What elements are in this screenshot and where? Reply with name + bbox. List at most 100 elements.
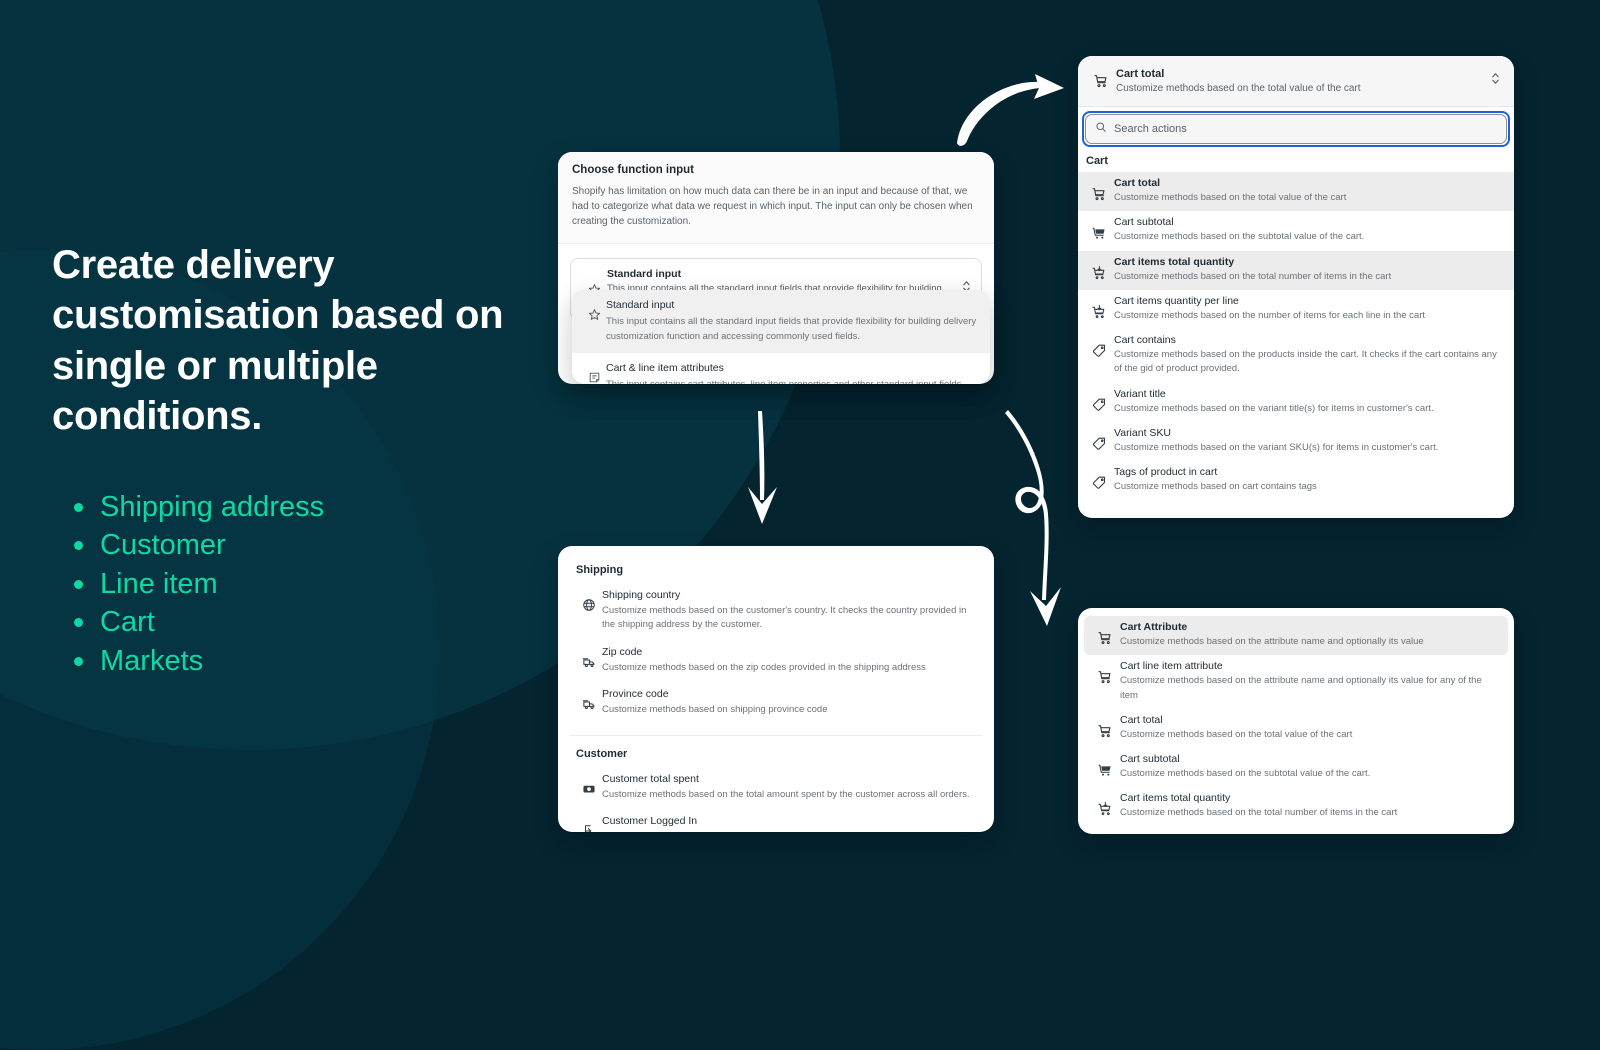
list-item-title: Zip code <box>602 645 643 658</box>
option-text: Cart & line item attributes This input c… <box>606 362 978 384</box>
list-item-description: Customize methods based on the total num… <box>1114 270 1392 282</box>
list-item-text: Zip code Customize methods based on the … <box>602 646 976 675</box>
list-item-description: Customize methods based on the subtotal … <box>1114 231 1365 243</box>
list-item-title: Customer total spent <box>602 772 699 785</box>
list-item[interactable]: Cart Attribute Customize methods based o… <box>1084 616 1508 656</box>
cart-actions-panel: Cart total Customize methods based on th… <box>1078 56 1514 518</box>
list-item-text: Tags of product in cart Customize method… <box>1114 466 1500 494</box>
list-item[interactable]: Zip code Customize methods based on the … <box>570 641 982 683</box>
list-item-text: Cart items quantity per line Customize m… <box>1114 295 1500 323</box>
list-item-title: Cart items total quantity <box>1114 255 1235 268</box>
list-item-description: Customize methods based on the total val… <box>1120 728 1353 740</box>
cart-filled-icon <box>1090 753 1120 778</box>
hero-bullet-item: Shipping address <box>52 488 572 527</box>
selected-action-description: Customize methods based on the total val… <box>1116 83 1361 94</box>
selected-action-text: Cart total Customize methods based on th… <box>1116 68 1361 94</box>
list-item-description: Customize methods based on the total amo… <box>602 788 970 800</box>
globe-icon <box>576 589 602 612</box>
list-item[interactable]: Cart total Customize methods based on th… <box>1078 172 1514 212</box>
cart-action-select[interactable]: Cart total Customize methods based on th… <box>1078 56 1514 107</box>
list-item-text: Variant SKU Customize methods based on t… <box>1114 427 1500 455</box>
tag-icon <box>1084 334 1114 358</box>
list-item[interactable]: Customer total spent Customize methods b… <box>570 768 982 810</box>
list-item-text: Cart Attribute Customize methods based o… <box>1120 621 1494 649</box>
list-item-description: Customize methods based on the total num… <box>1120 807 1398 819</box>
list-item[interactable]: Province code Customize methods based on… <box>570 683 982 725</box>
shipping-customer-panel: Shipping Shipping country Customize meth… <box>558 546 994 832</box>
list-item[interactable]: Cart contains Customize methods based on… <box>1078 329 1514 383</box>
function-input-option[interactable]: Standard input This input contains all t… <box>572 290 990 354</box>
note-icon <box>582 362 606 384</box>
list-item-description: Customize methods based on the zip codes… <box>602 661 926 673</box>
list-item[interactable]: Cart subtotal Customize methods based on… <box>1084 748 1508 787</box>
function-input-option[interactable]: Cart & line item attributes This input c… <box>572 353 990 384</box>
function-input-options-dropdown: Standard input This input contains all t… <box>572 290 990 384</box>
list-item-description: Customize methods based on the attribute… <box>1120 636 1424 647</box>
list-item-description: Customize methods based on the variant t… <box>1114 402 1434 414</box>
list-item-title: Customer Logged In <box>602 815 698 828</box>
list-item-title: Tags of product in cart <box>1114 466 1218 478</box>
list-item[interactable]: Cart items total quantity Customize meth… <box>1078 250 1514 290</box>
list-item[interactable]: Variant SKU Customize methods based on t… <box>1078 422 1514 461</box>
group-label-cart: Cart <box>1086 155 1109 167</box>
list-item-text: Shipping country Customize methods based… <box>602 589 976 633</box>
selected-action-title: Cart total <box>1116 68 1165 80</box>
arrow-to-cart-actions <box>957 74 1064 146</box>
list-item[interactable]: Cart total Customize methods based on th… <box>1084 709 1508 748</box>
list-item[interactable]: Tags of product in cart Customize method… <box>1078 461 1514 500</box>
list-item-title: Cart subtotal <box>1120 753 1180 765</box>
function-input-header: Choose function input Shopify has limita… <box>558 152 994 245</box>
list-item-title: Variant SKU <box>1114 426 1171 439</box>
list-item-text: Cart items total quantity Customize meth… <box>1114 256 1500 284</box>
hero-bullet-item: Customer <box>52 526 572 565</box>
cart-icon <box>1086 73 1116 89</box>
list-item-description: Customize methods based on the total val… <box>1114 192 1347 203</box>
arrow-loop-to-cart-attribute <box>1005 410 1061 626</box>
list-item[interactable]: Cart items total quantity Customize meth… <box>1084 787 1508 826</box>
option-description: This input contains cart attributes, lin… <box>606 377 978 384</box>
hero-bullet-item: Markets <box>52 642 572 681</box>
search-field[interactable] <box>1085 114 1507 144</box>
list-item[interactable]: Cart items quantity per line Customize m… <box>1078 290 1514 329</box>
group-label-shipping: Shipping <box>576 564 624 576</box>
list-item-title: Shipping country <box>602 589 681 601</box>
cart-down-icon <box>1084 256 1114 281</box>
group-label-customer: Customer <box>576 747 628 760</box>
tag-icon <box>1084 388 1114 412</box>
panel-title: Choose function input <box>572 164 695 176</box>
option-text: Standard input This input contains all t… <box>606 299 978 344</box>
search-field-focus-ring <box>1082 111 1510 147</box>
list-item-description: Customize methods based on cart contains… <box>1114 481 1317 492</box>
list-item-description: Customize methods based on the subtotal … <box>1120 768 1371 779</box>
list-item-description: Customize methods based on if the custom… <box>602 830 976 832</box>
cart-icon <box>1090 714 1120 739</box>
list-item[interactable]: Variant title Customize methods based on… <box>1078 383 1514 422</box>
panel-description: Shopify has limitation on how much data … <box>572 186 973 227</box>
cart-down-icon <box>1084 295 1114 320</box>
search-input[interactable] <box>1114 123 1497 135</box>
list-item-title: Province code <box>602 688 669 701</box>
hero-section: Create delivery customisation based on s… <box>52 240 572 680</box>
list-item[interactable]: Customer Logged In Customize methods bas… <box>570 810 982 832</box>
list-item-description: Customize methods based on the number of… <box>1114 309 1426 321</box>
list-item-text: Customer Logged In Customize methods bas… <box>602 815 976 832</box>
tag-icon <box>1084 427 1114 451</box>
list-item[interactable]: Cart subtotal Customize methods based on… <box>1078 211 1514 250</box>
list-item-text: Cart line item attribute Customize metho… <box>1120 660 1494 703</box>
truck-icon <box>576 688 602 712</box>
arrow-down-to-shipping <box>748 411 777 524</box>
list-item-title: Cart line item attribute <box>1120 660 1223 673</box>
hero-bullet-item: Cart <box>52 603 572 642</box>
truck-icon <box>576 646 602 670</box>
list-item-title: Cart total <box>1114 177 1161 189</box>
cart-icon <box>1090 621 1120 646</box>
list-item-title: Cart total <box>1120 713 1163 726</box>
tag-icon <box>1084 466 1114 490</box>
list-item[interactable]: Shipping country Customize methods based… <box>570 584 982 641</box>
list-item-text: Cart contains Customize methods based on… <box>1114 334 1500 377</box>
list-item-text: Province code Customize methods based on… <box>602 688 976 717</box>
list-item[interactable]: Cart line item attribute Customize metho… <box>1084 655 1508 709</box>
cart-attribute-panel: Cart Attribute Customize methods based o… <box>1078 608 1514 834</box>
chevron-updown-icon[interactable] <box>1491 72 1500 91</box>
shipping-customer-list: Shipping Shipping country Customize meth… <box>558 546 994 832</box>
